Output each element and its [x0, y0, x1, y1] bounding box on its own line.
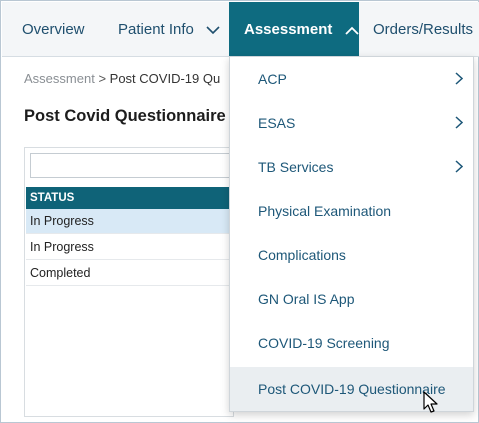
filter-input[interactable]	[30, 153, 233, 178]
breadcrumb-separator: >	[98, 71, 107, 86]
breadcrumb: Assessment > Post COVID-19 Qu	[24, 71, 220, 86]
chevron-up-icon	[344, 26, 359, 35]
status-table-panel: STATUS In Progress In Progress Completed	[24, 147, 234, 417]
menu-item-label: TB Services	[258, 159, 334, 175]
nav-assessment-label: Assessment	[244, 21, 333, 38]
top-nav: Overview Patient Info Assessment Orders/…	[2, 2, 479, 57]
menu-item-tb-services[interactable]: TB Services	[230, 145, 473, 189]
chevron-right-icon	[455, 72, 463, 85]
chevron-right-icon	[455, 160, 463, 173]
mouse-pointer-icon	[423, 391, 438, 413]
menu-item-label: Physical Examination	[258, 203, 392, 219]
menu-item-acp[interactable]: ACP	[230, 57, 473, 101]
menu-item-esas[interactable]: ESAS	[230, 101, 473, 145]
menu-item-physical-examination[interactable]: Physical Examination	[230, 189, 473, 233]
nav-orders-results[interactable]: Orders/Results	[373, 2, 479, 57]
menu-item-covid-19-screening[interactable]: COVID-19 Screening	[230, 321, 473, 365]
table-row[interactable]: In Progress	[26, 235, 233, 260]
breadcrumb-parent[interactable]: Assessment	[24, 71, 95, 86]
menu-item-label: Post COVID-19 Questionnaire	[258, 381, 446, 397]
nav-orders-results-label: Orders/Results	[373, 21, 474, 38]
nav-assessment[interactable]: Assessment	[229, 2, 359, 57]
menu-item-label: ESAS	[258, 115, 296, 131]
breadcrumb-current: Post COVID-19 Qu	[109, 71, 221, 86]
assessment-dropdown-menu: ACP ESAS TB Services Physical Examinatio…	[229, 56, 474, 412]
page-title: Post Covid Questionnaire	[24, 107, 226, 125]
chevron-right-icon	[455, 116, 463, 129]
nav-overview-label: Overview	[22, 21, 85, 38]
table-row[interactable]: Completed	[26, 261, 233, 286]
app-frame: Overview Patient Info Assessment Orders/…	[0, 0, 479, 423]
chevron-down-icon	[206, 25, 220, 34]
nav-overview[interactable]: Overview	[22, 2, 85, 57]
table-row[interactable]: In Progress	[26, 209, 233, 234]
menu-item-label: ACP	[258, 71, 287, 87]
column-header-status[interactable]: STATUS	[26, 187, 233, 209]
menu-item-label: Complications	[258, 247, 346, 263]
menu-item-label: COVID-19 Screening	[258, 335, 390, 351]
menu-item-label: GN Oral IS App	[258, 291, 355, 307]
nav-patient-info-label: Patient Info	[118, 21, 194, 38]
menu-item-complications[interactable]: Complications	[230, 233, 473, 277]
menu-item-gn-oral-is-app[interactable]: GN Oral IS App	[230, 277, 473, 321]
nav-patient-info[interactable]: Patient Info	[118, 2, 220, 57]
